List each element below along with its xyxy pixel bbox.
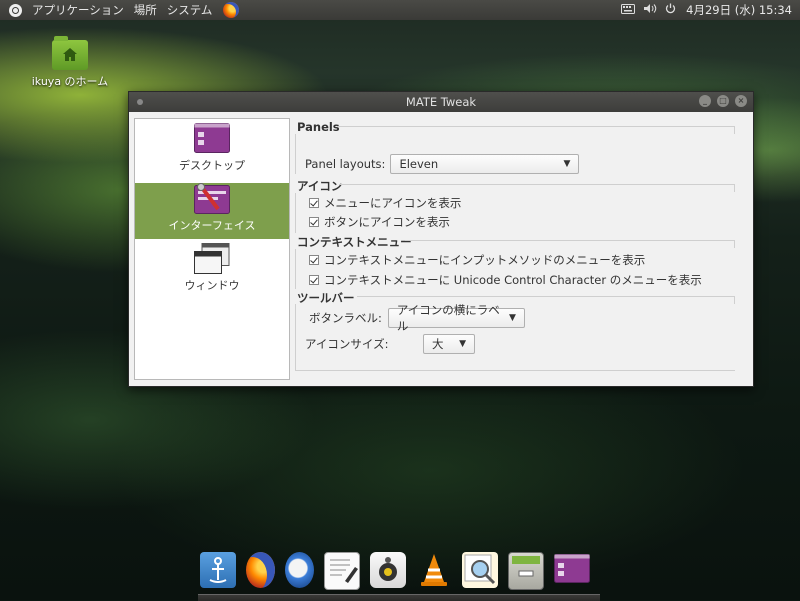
power-icon[interactable] xyxy=(665,3,676,17)
input-methods-label: コンテキストメニューにインプットメソッドのメニューを表示 xyxy=(324,253,646,267)
button-label-value: アイコンの横にラベル xyxy=(396,303,500,333)
system-menu[interactable]: システム xyxy=(162,0,218,20)
anchor-icon[interactable] xyxy=(200,552,236,588)
volume-icon[interactable] xyxy=(643,3,657,17)
icon-size-label: アイコンサイズ: xyxy=(305,337,389,351)
panel-layouts-label: Panel layouts: xyxy=(305,157,386,171)
home-folder-label: ikuya のホーム xyxy=(31,75,109,88)
panel-layouts-dropdown[interactable]: Eleven ▼ xyxy=(390,154,580,174)
minimize-icon[interactable]: _ xyxy=(699,95,711,107)
button-icons-checkbox[interactable] xyxy=(309,217,319,227)
button-label-dropdown[interactable]: アイコンの横にラベル ▼ xyxy=(387,303,525,333)
unicode-label: コンテキストメニューに Unicode Control Character のメ… xyxy=(324,273,702,287)
category-sidebar: デスクトップ インターフェイス ウィンドウ xyxy=(134,118,290,380)
chevron-down-icon: ▼ xyxy=(459,339,466,349)
chevron-down-icon: ▼ xyxy=(563,159,571,169)
top-panel: アプリケーション 場所 システム 4月29日 (水) 15:34 xyxy=(0,0,800,20)
vlc-icon[interactable] xyxy=(416,552,452,588)
text-editor-icon[interactable] xyxy=(324,552,360,590)
archive-icon[interactable] xyxy=(508,552,544,590)
home-folder-desktop-icon[interactable]: ikuya のホーム xyxy=(30,36,110,89)
button-icons-label: ボタンにアイコンを表示 xyxy=(324,215,450,229)
speaker-icon[interactable] xyxy=(370,552,406,588)
section-title-context-menu: コンテキストメニュー xyxy=(297,235,412,249)
desktop-icon xyxy=(194,123,230,153)
icon-size-dropdown[interactable]: 大 ▼ xyxy=(423,334,475,354)
clock[interactable]: 4月29日 (水) 15:34 xyxy=(686,2,792,18)
sidebar-item-interface[interactable]: インターフェイス xyxy=(135,183,289,239)
section-title-toolbar: ツールバー xyxy=(297,291,355,305)
section-title-panels: Panels xyxy=(297,120,340,134)
window-title: MATE Tweak xyxy=(405,95,477,109)
window-icon xyxy=(194,243,230,274)
firefox-icon[interactable] xyxy=(246,552,275,588)
dock xyxy=(200,552,600,592)
menu-icons-checkbox[interactable] xyxy=(309,198,319,208)
sidebar-item-label: インターフェイス xyxy=(168,219,256,232)
menu-icons-label: メニューにアイコンを表示 xyxy=(324,196,462,210)
input-methods-checkbox[interactable] xyxy=(309,255,319,265)
places-menu[interactable]: 場所 xyxy=(129,0,162,20)
icon-size-value: 大 xyxy=(432,337,444,351)
unicode-checkbox[interactable] xyxy=(309,275,319,285)
input-methods-checkbox-row[interactable]: コンテキストメニューにインプットメソッドのメニューを表示 xyxy=(309,252,645,268)
mate-tweak-window: MATE Tweak _ □ × デスクトップ インターフェイス ウィンドウ P… xyxy=(128,91,754,387)
mate-tweak-icon[interactable] xyxy=(554,552,590,588)
chevron-down-icon: ▼ xyxy=(508,313,516,323)
sidebar-item-desktop[interactable]: デスクトップ xyxy=(135,123,289,179)
panel-layouts-value: Eleven xyxy=(399,157,439,171)
menu-icons-checkbox-row[interactable]: メニューにアイコンを表示 xyxy=(309,195,461,211)
image-viewer-icon[interactable] xyxy=(462,552,498,588)
unicode-checkbox-row[interactable]: コンテキストメニューに Unicode Control Character のメ… xyxy=(309,272,702,288)
firefox-launcher-icon[interactable] xyxy=(223,2,240,18)
mate-menu-logo-icon[interactable] xyxy=(0,0,27,20)
thunderbird-icon[interactable] xyxy=(285,552,314,588)
window-menu-icon[interactable] xyxy=(137,99,143,105)
sidebar-item-label: ウィンドウ xyxy=(184,279,240,292)
window-titlebar[interactable]: MATE Tweak _ □ × xyxy=(129,92,753,112)
interface-icon xyxy=(194,183,230,214)
button-icons-checkbox-row[interactable]: ボタンにアイコンを表示 xyxy=(309,214,450,230)
close-icon[interactable]: × xyxy=(735,95,747,107)
keyboard-icon[interactable] xyxy=(621,3,636,17)
sidebar-item-window[interactable]: ウィンドウ xyxy=(135,243,289,299)
button-label-label: ボタンラベル: xyxy=(309,311,382,325)
applications-menu[interactable]: アプリケーション xyxy=(27,0,129,20)
maximize-icon[interactable]: □ xyxy=(717,95,729,107)
section-title-icons: アイコン xyxy=(297,179,343,193)
sidebar-item-label: デスクトップ xyxy=(179,159,245,172)
settings-content: Panels Panel layouts: Eleven ▼ アイコン メニュー… xyxy=(295,118,741,382)
home-folder-icon xyxy=(52,36,88,70)
